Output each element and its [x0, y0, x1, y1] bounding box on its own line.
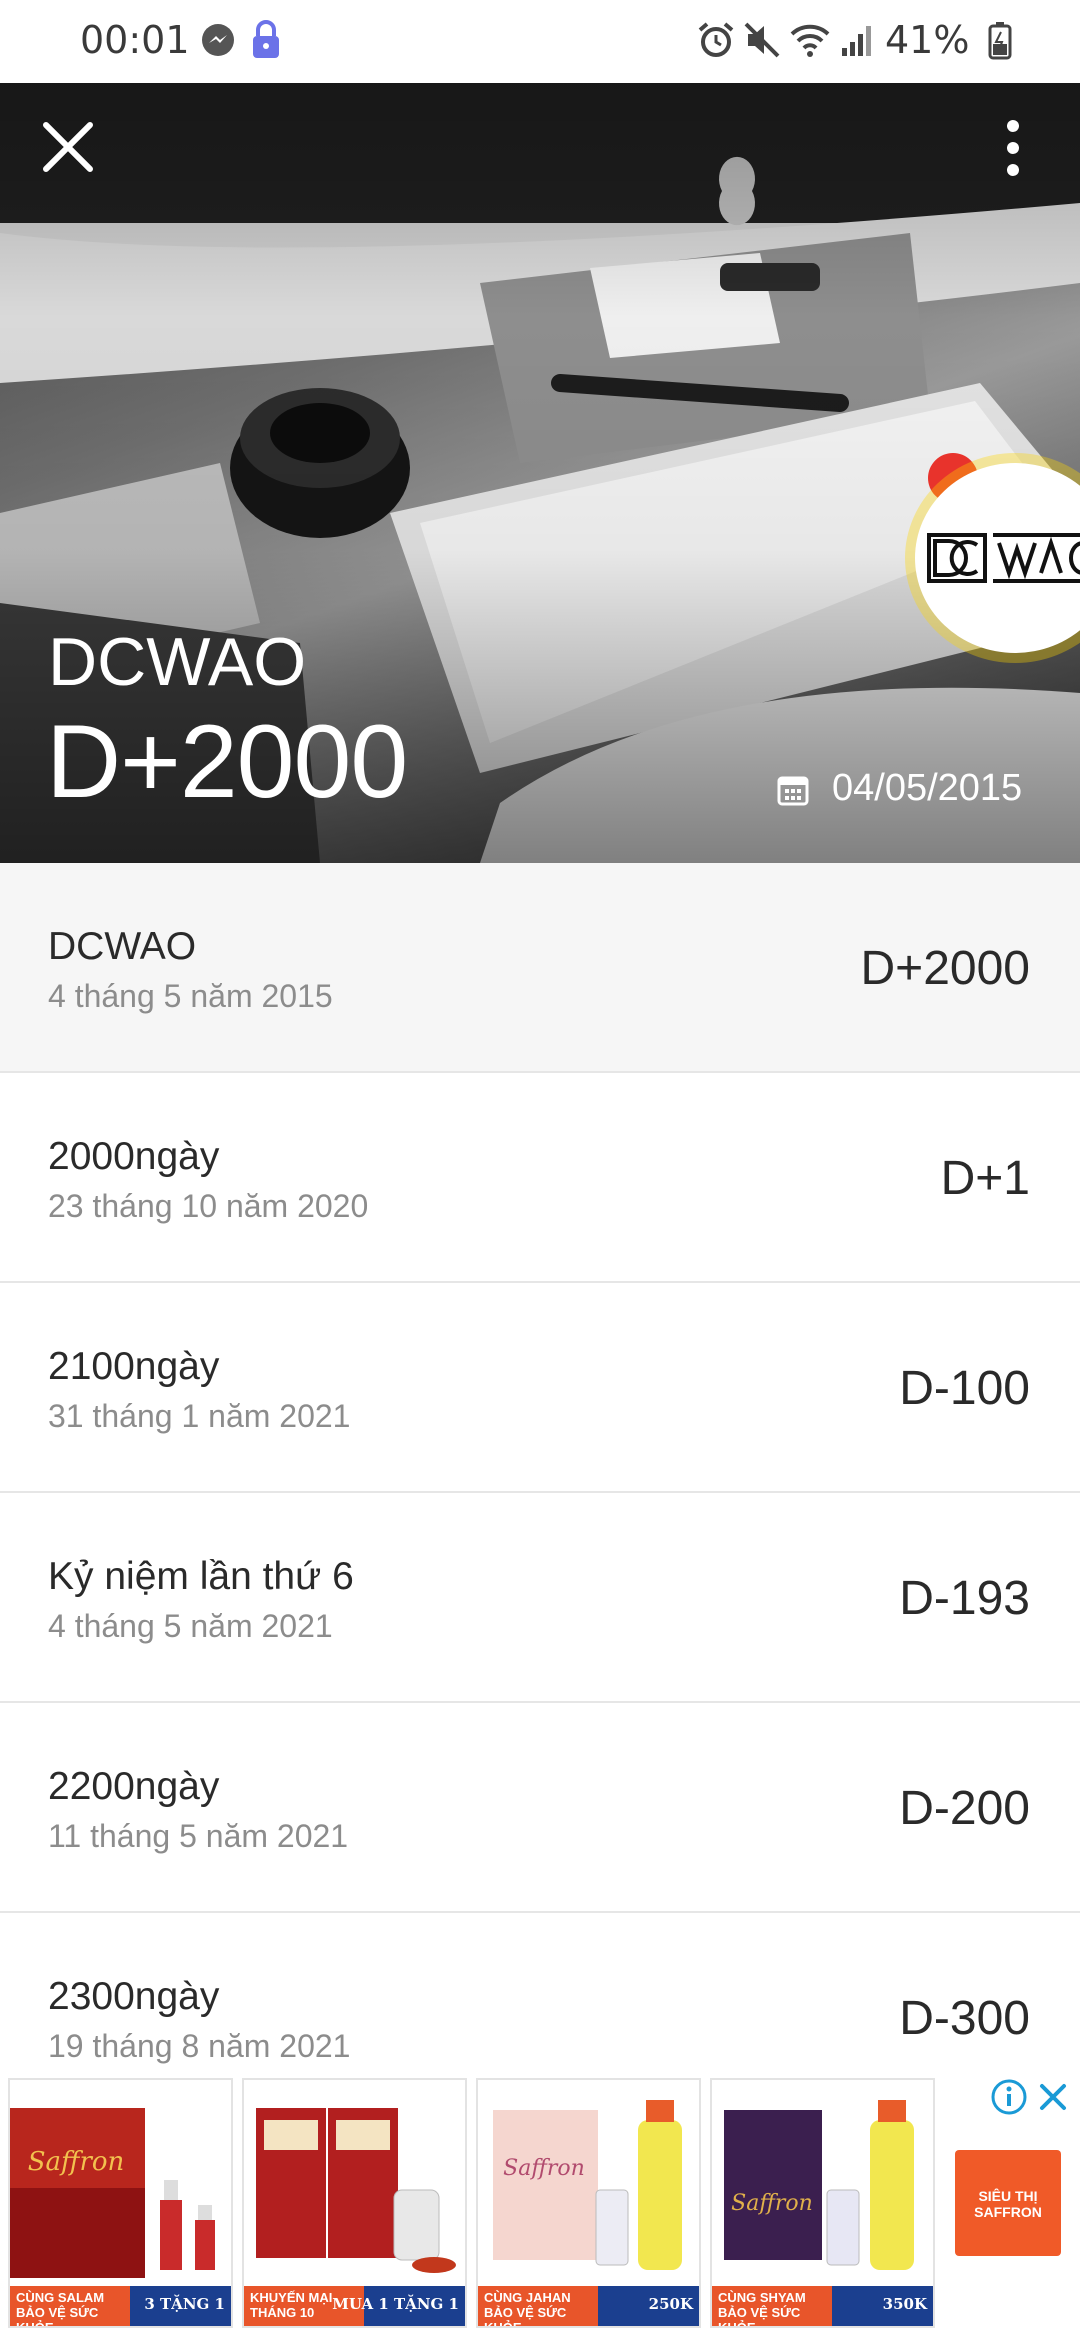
list-item[interactable]: Kỷ niệm lần thứ 6 4 tháng 5 năm 2021 D-1…	[0, 1493, 1080, 1703]
event-day-count: D-300	[899, 1992, 1030, 2045]
event-day-count: D-100	[899, 1362, 1030, 1415]
ad-caption: CÙNG JAHAN BẢO VỆ SỨC KHỎE 250K	[478, 2286, 699, 2326]
ad-caption-right: 350K	[882, 2295, 927, 2313]
ad-caption-left: CÙNG SHYAM BẢO VỆ SỨC KHỎE	[712, 2286, 832, 2326]
event-title: 2100ngày	[48, 1345, 220, 1388]
event-list: DCWAO 4 tháng 5 năm 2015 D+2000 2000ngày…	[0, 863, 1080, 2123]
ad-brand-logo[interactable]: SIÊU THỊ SAFFRON	[955, 2150, 1061, 2256]
dcwao-logo[interactable]	[915, 463, 1080, 653]
battery-icon	[988, 22, 1012, 60]
ad-caption: CÙNG SALAM BẢO VỆ SỨC KHỎE 3 TẶNG 1	[10, 2286, 231, 2326]
status-time: 00:01	[80, 18, 190, 62]
event-date: 4 tháng 5 năm 2015	[48, 978, 333, 1014]
ad-caption-right: MUA 1 TẶNG 1	[332, 2295, 459, 2313]
hero-start-date: 04/05/2015	[832, 767, 1023, 809]
ad-caption-right: 250K	[648, 2295, 693, 2313]
signal-icon	[842, 26, 871, 56]
ad-caption: CÙNG SHYAM BẢO VỆ SỨC KHỎE 350K	[712, 2286, 933, 2326]
event-title: DCWAO	[48, 925, 197, 968]
event-date: 31 tháng 1 năm 2021	[48, 1398, 351, 1434]
event-title: Kỷ niệm lần thứ 6	[48, 1555, 354, 1598]
ad-card[interactable]: Saffron CÙNG JAHAN BẢO VỆ SỨC KHỎE 250K	[476, 2078, 701, 2328]
status-bar: 00:01 41%	[0, 0, 1080, 83]
messenger-icon	[202, 24, 234, 56]
ad-banner: Saffron CÙNG SALAM BẢO VỆ SỨC KHỎE 3 TẶN…	[0, 2070, 1080, 2340]
ad-card[interactable]: Saffron CÙNG SHYAM BẢO VỆ SỨC KHỎE 350K	[710, 2078, 935, 2328]
ad-product-image: Saffron	[10, 2080, 231, 2285]
dcwao-logo-mark	[927, 533, 1080, 583]
ad-caption-left: CÙNG JAHAN BẢO VỆ SỨC KHỎE	[478, 2286, 598, 2326]
svg-text:Saffron: Saffron	[503, 2156, 585, 2181]
event-title: 2200ngày	[48, 1765, 220, 1808]
list-item[interactable]: 2000ngày 23 tháng 10 năm 2020 D+1	[0, 1073, 1080, 1283]
svg-text:Saffron: Saffron	[28, 2147, 125, 2177]
ad-caption: KHUYẾN MẠI THÁNG 10 MUA 1 TẶNG 1	[244, 2286, 465, 2326]
battery-percent: 41%	[885, 18, 970, 62]
mute-icon	[744, 22, 780, 58]
event-day-count: D+1	[940, 1152, 1030, 1205]
ad-card[interactable]: Saffron CÙNG SALAM BẢO VỆ SỨC KHỎE 3 TẶN…	[8, 2078, 233, 2328]
event-date: 4 tháng 5 năm 2021	[48, 1608, 333, 1644]
ad-card[interactable]: KHUYẾN MẠI THÁNG 10 MUA 1 TẶNG 1	[242, 2078, 467, 2328]
event-date: 11 tháng 5 năm 2021	[48, 1818, 349, 1854]
ad-caption-right: 3 TẶNG 1	[144, 2295, 225, 2313]
ad-close-icon[interactable]	[1036, 2080, 1070, 2114]
ad-product-image: Saffron	[478, 2080, 699, 2285]
svg-text:Saffron: Saffron	[731, 2191, 813, 2216]
event-title: 2300ngày	[48, 1975, 220, 2018]
list-item[interactable]: DCWAO 4 tháng 5 năm 2015 D+2000	[0, 863, 1080, 1073]
ad-info-icon[interactable]	[990, 2078, 1028, 2116]
list-item[interactable]: 2200ngày 11 tháng 5 năm 2021 D-200	[0, 1703, 1080, 1913]
event-title: 2000ngày	[48, 1135, 220, 1178]
hero-title: DCWAO	[48, 624, 307, 700]
ad-caption-left: CÙNG SALAM BẢO VỆ SỨC KHỎE	[10, 2286, 130, 2326]
wifi-icon	[790, 24, 830, 57]
hero-header: DCWAO D+2000 04/05/2015	[0, 83, 1080, 863]
more-options-icon[interactable]	[995, 113, 1031, 183]
ad-product-image: Saffron	[712, 2080, 933, 2285]
event-day-count: D-200	[899, 1782, 1030, 1835]
event-day-count: D-193	[899, 1572, 1030, 1625]
calendar-icon	[777, 776, 809, 806]
ad-product-image	[244, 2080, 465, 2285]
event-date: 23 tháng 10 năm 2020	[48, 1188, 369, 1224]
lock-icon	[253, 20, 279, 58]
hero-day-count: D+2000	[46, 704, 408, 820]
ad-brand-text: SIÊU THỊ SAFFRON	[974, 2188, 1042, 2220]
event-day-count: D+2000	[860, 942, 1030, 995]
close-icon[interactable]	[36, 115, 100, 179]
alarm-icon	[698, 22, 734, 57]
list-item[interactable]: 2100ngày 31 tháng 1 năm 2021 D-100	[0, 1283, 1080, 1493]
event-date: 19 tháng 8 năm 2021	[48, 2028, 351, 2064]
